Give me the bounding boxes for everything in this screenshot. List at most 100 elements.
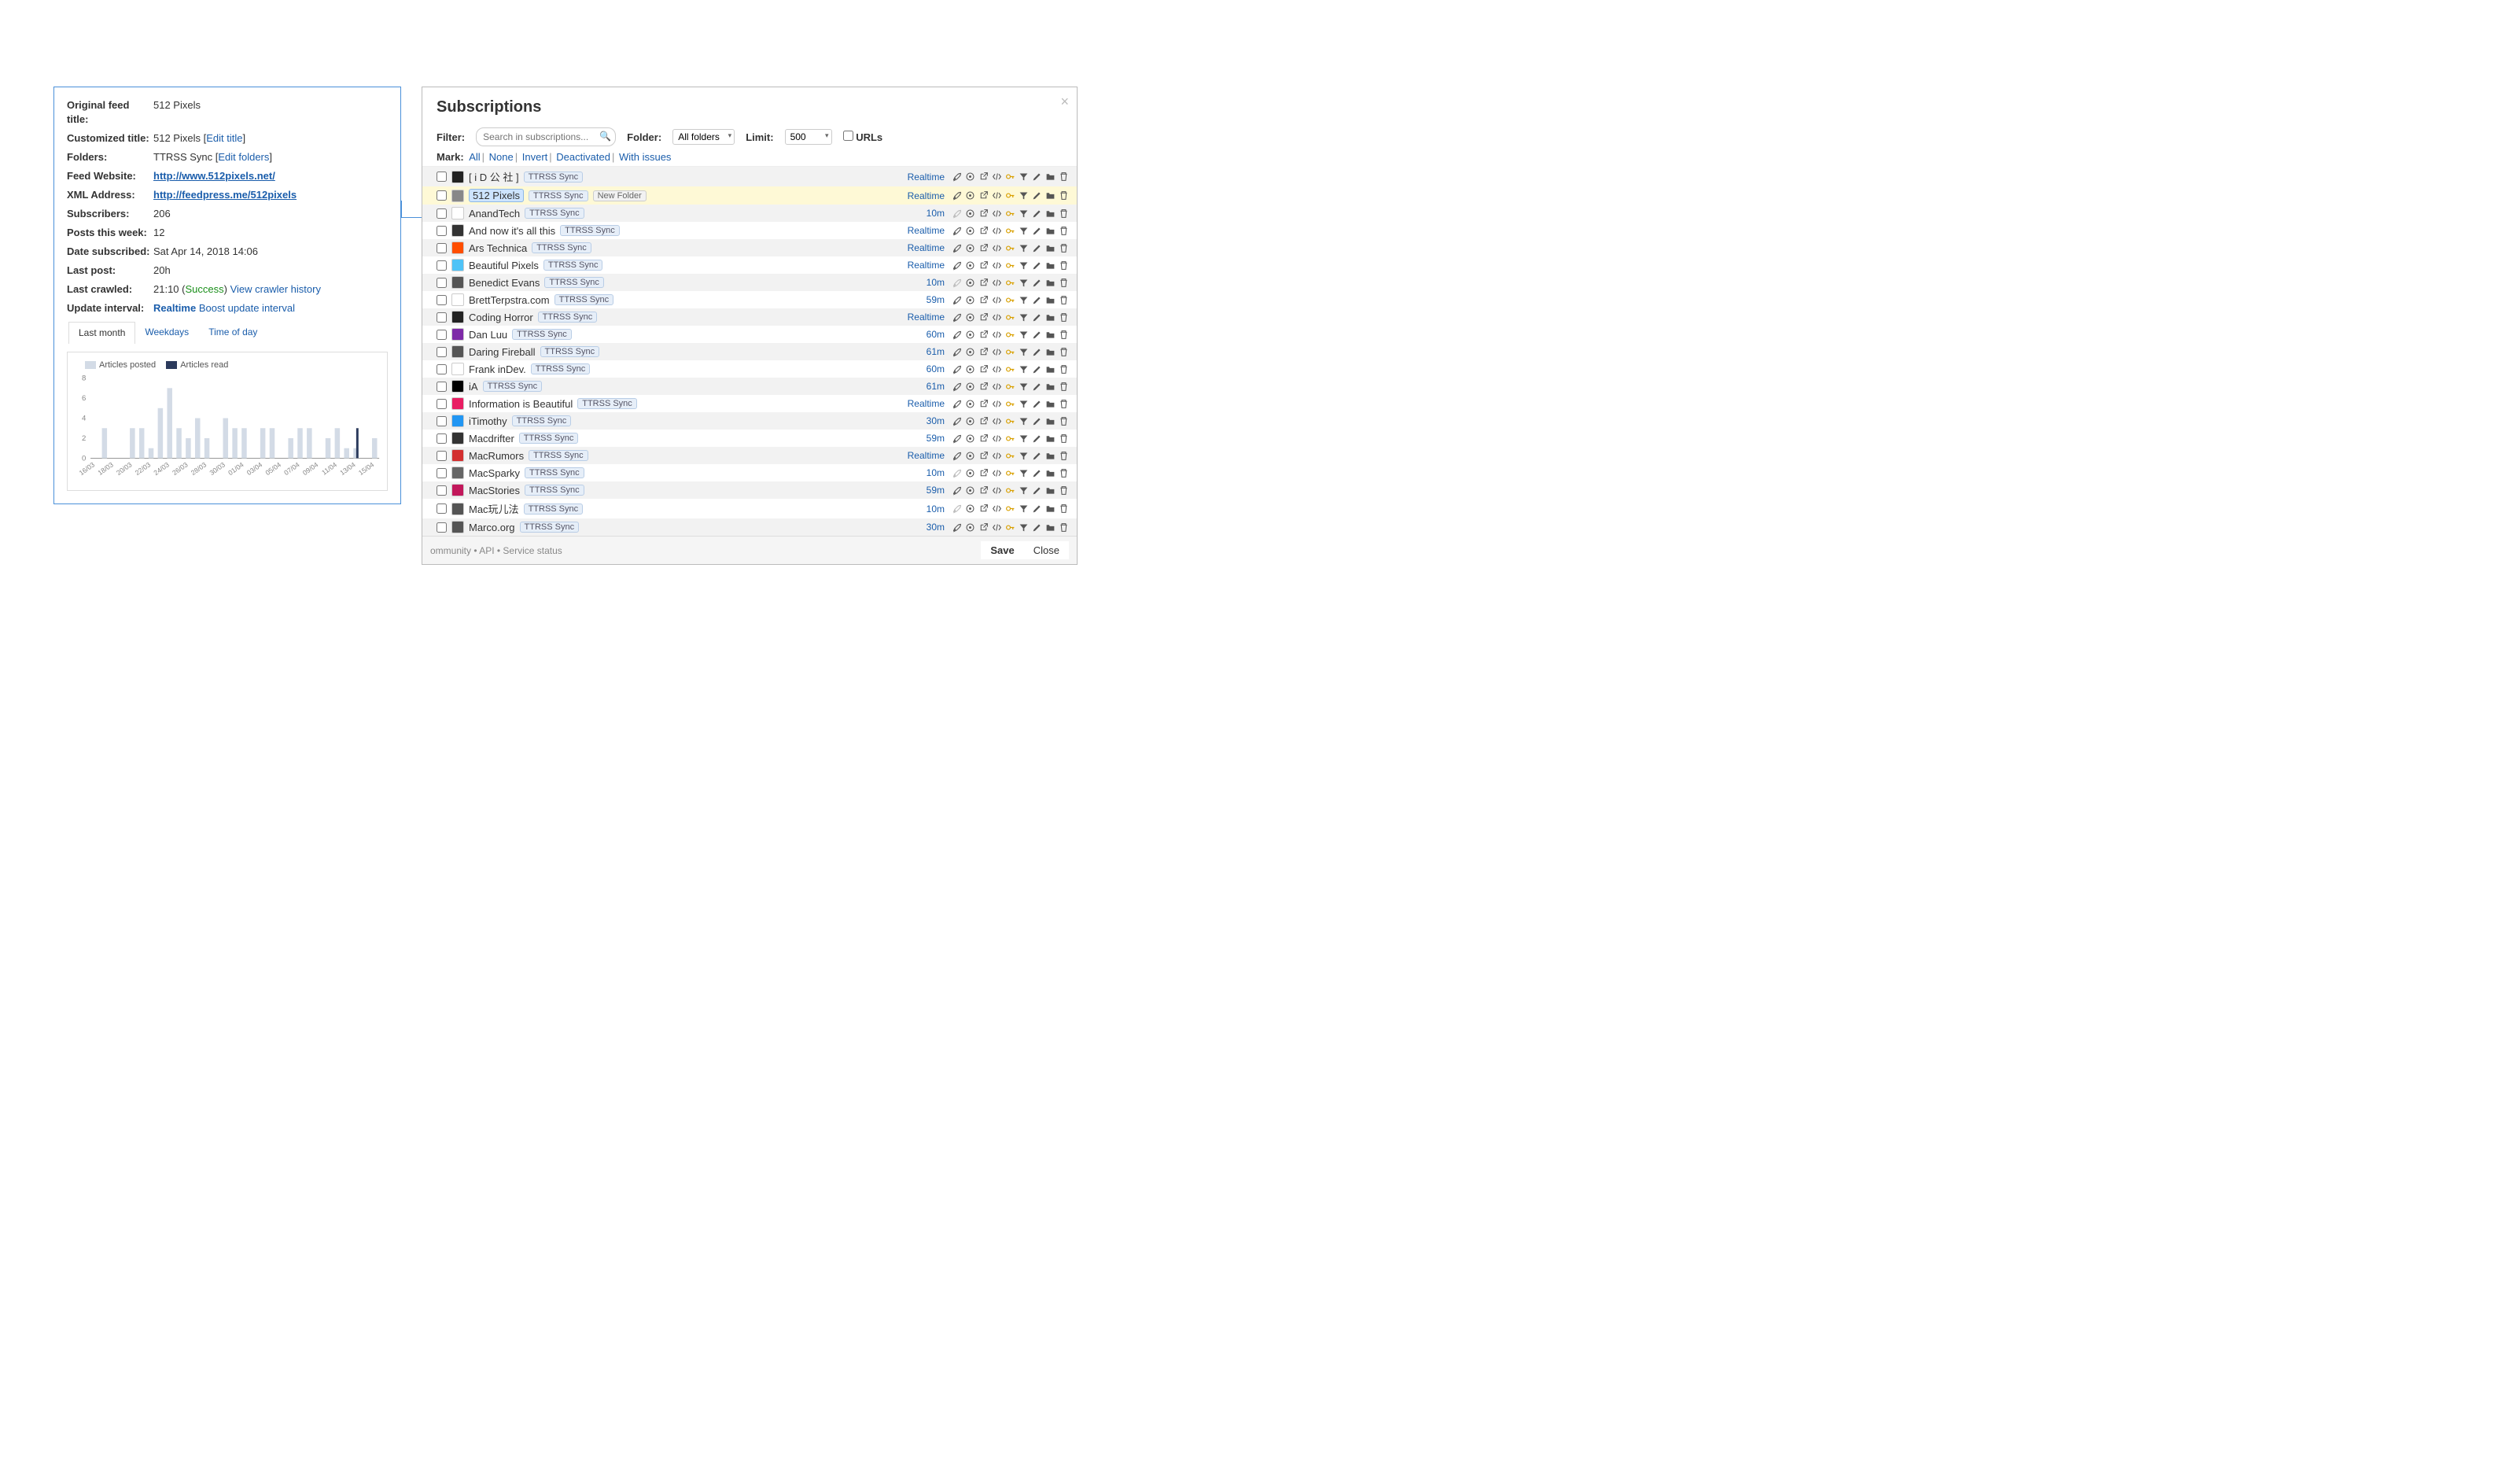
target-icon[interactable]: [964, 329, 975, 340]
folder-icon[interactable]: [1044, 381, 1056, 392]
feed-name[interactable]: AnandTech: [469, 208, 520, 219]
edit-icon[interactable]: [1031, 467, 1042, 478]
rocket-icon[interactable]: [951, 415, 962, 426]
folder-icon[interactable]: [1044, 260, 1056, 271]
row-checkbox[interactable]: [437, 172, 447, 182]
rocket-icon[interactable]: [951, 329, 962, 340]
code-icon[interactable]: [991, 225, 1002, 236]
open-icon[interactable]: [978, 329, 989, 340]
limit-select[interactable]: 500: [785, 129, 832, 145]
edit-icon[interactable]: [1031, 329, 1042, 340]
trash-icon[interactable]: [1058, 398, 1069, 409]
open-icon[interactable]: [978, 294, 989, 305]
rocket-icon[interactable]: [951, 433, 962, 444]
code-icon[interactable]: [991, 242, 1002, 253]
rocket-icon[interactable]: [951, 363, 962, 374]
key-icon[interactable]: [1004, 172, 1015, 183]
key-icon[interactable]: [1004, 208, 1015, 219]
trash-icon[interactable]: [1058, 381, 1069, 392]
trash-icon[interactable]: [1058, 242, 1069, 253]
target-icon[interactable]: [964, 485, 975, 496]
row-checkbox[interactable]: [437, 347, 447, 357]
row-checkbox[interactable]: [437, 451, 447, 461]
folder-icon[interactable]: [1044, 415, 1056, 426]
trash-icon[interactable]: [1058, 522, 1069, 533]
key-icon[interactable]: [1004, 381, 1015, 392]
filter-icon[interactable]: [1018, 381, 1029, 392]
edit-icon[interactable]: [1031, 172, 1042, 183]
feed-name[interactable]: Dan Luu: [469, 329, 507, 341]
edit-icon[interactable]: [1031, 190, 1042, 201]
key-icon[interactable]: [1004, 485, 1015, 496]
filter-icon[interactable]: [1018, 190, 1029, 201]
filter-icon[interactable]: [1018, 208, 1029, 219]
folder-tag[interactable]: TTRSS Sync: [543, 260, 603, 271]
folder-tag[interactable]: TTRSS Sync: [524, 503, 584, 515]
folder-icon[interactable]: [1044, 208, 1056, 219]
filter-icon[interactable]: [1018, 242, 1029, 253]
mark-issues[interactable]: With issues: [619, 151, 671, 163]
code-icon[interactable]: [991, 450, 1002, 461]
feed-name[interactable]: Beautiful Pixels: [469, 260, 539, 271]
code-icon[interactable]: [991, 381, 1002, 392]
crawler-history-link[interactable]: View crawler history: [230, 283, 321, 295]
folder-icon[interactable]: [1044, 225, 1056, 236]
trash-icon[interactable]: [1058, 225, 1069, 236]
target-icon[interactable]: [964, 260, 975, 271]
folder-tag[interactable]: TTRSS Sync: [554, 294, 614, 305]
folder-tag[interactable]: TTRSS Sync: [538, 312, 598, 323]
folder-tag[interactable]: TTRSS Sync: [531, 363, 591, 374]
folder-tag[interactable]: TTRSS Sync: [540, 346, 600, 357]
folder-tag[interactable]: TTRSS Sync: [512, 415, 572, 426]
edit-folders-link[interactable]: Edit folders: [218, 151, 269, 163]
edit-icon[interactable]: [1031, 522, 1042, 533]
code-icon[interactable]: [991, 172, 1002, 183]
row-checkbox[interactable]: [437, 468, 447, 478]
trash-icon[interactable]: [1058, 260, 1069, 271]
target-icon[interactable]: [964, 172, 975, 183]
filter-icon[interactable]: [1018, 522, 1029, 533]
feed-name[interactable]: Mac玩儿法: [469, 501, 519, 516]
key-icon[interactable]: [1004, 260, 1015, 271]
tab-weekdays[interactable]: Weekdays: [134, 321, 199, 343]
mark-none[interactable]: None: [489, 151, 514, 163]
urls-toggle[interactable]: URLs: [843, 131, 883, 143]
interval-val[interactable]: Realtime: [153, 302, 196, 314]
open-icon[interactable]: [978, 312, 989, 323]
row-checkbox[interactable]: [437, 416, 447, 426]
key-icon[interactable]: [1004, 503, 1015, 515]
row-checkbox[interactable]: [437, 260, 447, 271]
feed-name[interactable]: And now it's all this: [469, 225, 555, 237]
trash-icon[interactable]: [1058, 208, 1069, 219]
filter-icon[interactable]: [1018, 467, 1029, 478]
code-icon[interactable]: [991, 503, 1002, 515]
edit-icon[interactable]: [1031, 485, 1042, 496]
folder-icon[interactable]: [1044, 312, 1056, 323]
folder-tag[interactable]: TTRSS Sync: [483, 381, 543, 392]
target-icon[interactable]: [964, 381, 975, 392]
search-input[interactable]: [476, 127, 616, 146]
website-link[interactable]: http://www.512pixels.net/: [153, 169, 275, 183]
edit-icon[interactable]: [1031, 260, 1042, 271]
key-icon[interactable]: [1004, 242, 1015, 253]
open-icon[interactable]: [978, 190, 989, 201]
folder-icon[interactable]: [1044, 485, 1056, 496]
filter-icon[interactable]: [1018, 415, 1029, 426]
row-checkbox[interactable]: [437, 485, 447, 496]
trash-icon[interactable]: [1058, 329, 1069, 340]
open-icon[interactable]: [978, 346, 989, 357]
boost-link[interactable]: Boost update interval: [199, 302, 295, 314]
tab-time-of-day[interactable]: Time of day: [198, 321, 267, 343]
open-icon[interactable]: [978, 172, 989, 183]
code-icon[interactable]: [991, 329, 1002, 340]
key-icon[interactable]: [1004, 450, 1015, 461]
rocket-icon[interactable]: [951, 242, 962, 253]
folder-tag[interactable]: TTRSS Sync: [529, 450, 588, 461]
feed-name[interactable]: Benedict Evans: [469, 277, 540, 289]
row-checkbox[interactable]: [437, 312, 447, 323]
edit-icon[interactable]: [1031, 381, 1042, 392]
folder-icon[interactable]: [1044, 433, 1056, 444]
open-icon[interactable]: [978, 485, 989, 496]
feed-name[interactable]: Marco.org: [469, 522, 515, 533]
key-icon[interactable]: [1004, 398, 1015, 409]
